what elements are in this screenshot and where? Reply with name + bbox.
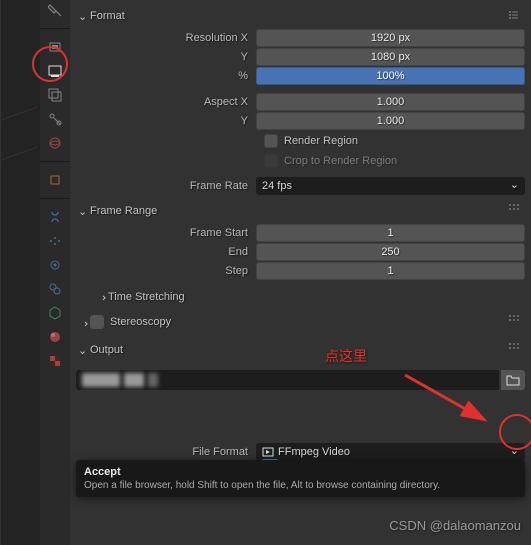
section-title: Stereoscopy [110, 316, 507, 328]
viewport-3d [0, 0, 40, 545]
section-title: Time Stretching [108, 291, 185, 303]
frame-end-field[interactable]: 250 [256, 243, 525, 261]
section-title: Format [90, 10, 507, 22]
tool-icon[interactable] [47, 2, 63, 18]
field-label: Frame Start [76, 227, 256, 239]
tooltip-body: Open a file browser, hold Shift to open … [84, 480, 517, 491]
output-properties-icon[interactable] [47, 63, 63, 79]
checkbox-label: Render Region [284, 135, 358, 147]
resolution-y-field[interactable]: 1080 px [256, 48, 525, 66]
stereoscopy-checkbox[interactable] [90, 315, 104, 329]
field-label: Aspect X [76, 96, 256, 108]
format-header[interactable]: ⌄ Format [76, 4, 525, 28]
checkbox-label: Crop to Render Region [284, 155, 397, 167]
field-label: End [76, 246, 256, 258]
field-label: % [76, 70, 256, 82]
particles-icon[interactable] [47, 233, 63, 249]
chevron-down-icon: ⌄ [78, 10, 90, 23]
time-stretching-header[interactable]: ⌄ Time Stretching [76, 287, 525, 306]
chevron-down-icon: ⌄ [78, 205, 90, 218]
chevron-right-icon: ⌄ [96, 291, 109, 303]
field-label: Frame Rate [76, 180, 256, 192]
resolution-percent-field[interactable]: 100% [256, 67, 525, 85]
field-label: File Format [76, 446, 256, 458]
scene-icon[interactable] [47, 111, 63, 127]
physics-icon[interactable] [47, 257, 63, 273]
frame-range-header[interactable]: ⌄ Frame Range [76, 199, 525, 223]
constraints-icon[interactable] [47, 281, 63, 297]
stereoscopy-section: ⌄ Stereoscopy [76, 310, 525, 334]
frame-step-field[interactable]: 1 [256, 262, 525, 280]
chevron-right-icon: ⌄ [78, 316, 91, 328]
frame-range-section: ⌄ Frame Range Frame Start1 End250 Step1 … [76, 199, 525, 306]
field-label: Y [76, 115, 256, 127]
tooltip-title: Accept [84, 466, 517, 478]
material-icon[interactable] [47, 329, 63, 345]
properties-tab-rail [40, 0, 70, 545]
aspect-x-field[interactable]: 1.000 [256, 93, 525, 111]
options-icon[interactable] [507, 203, 523, 219]
frame-rate-dropdown[interactable]: 24 fps [256, 177, 525, 195]
frame-start-field[interactable]: 1 [256, 224, 525, 242]
field-label: Y [76, 51, 256, 63]
crop-region-checkbox [264, 154, 278, 168]
object-icon[interactable] [47, 172, 63, 188]
render-region-checkbox[interactable] [264, 134, 278, 148]
file-format-dropdown[interactable]: FFmpeg Video [256, 443, 525, 461]
stereoscopy-header[interactable]: ⌄ Stereoscopy [76, 310, 525, 334]
output-path-input[interactable] [76, 370, 499, 390]
options-icon[interactable] [507, 342, 523, 358]
output-header[interactable]: ⌄ Output [76, 338, 525, 362]
viewlayer-icon[interactable] [47, 87, 63, 103]
aspect-y-field[interactable]: 1.000 [256, 112, 525, 130]
texture-icon[interactable] [47, 353, 63, 369]
data-icon[interactable] [47, 305, 63, 321]
options-icon[interactable] [507, 314, 523, 330]
output-section: ⌄ Output File FormatFFmpeg Video Color B… [76, 338, 525, 480]
field-label: Resolution X [76, 32, 256, 44]
section-title: Frame Range [90, 205, 507, 217]
resolution-x-field[interactable]: 1920 px [256, 29, 525, 47]
video-icon [262, 446, 274, 458]
field-label: Step [76, 265, 256, 277]
world-icon[interactable] [47, 135, 63, 151]
modifier-icon[interactable] [47, 209, 63, 225]
format-section: ⌄ Format Resolution X1920 px Y1080 px %1… [76, 4, 525, 195]
section-title: Output [90, 344, 507, 356]
tooltip: Accept Open a file browser, hold Shift t… [76, 460, 525, 497]
folder-icon [506, 374, 520, 386]
render-icon[interactable] [47, 39, 63, 55]
chevron-down-icon: ⌄ [78, 344, 90, 357]
options-icon[interactable] [507, 8, 523, 24]
browse-folder-button[interactable] [501, 370, 525, 390]
